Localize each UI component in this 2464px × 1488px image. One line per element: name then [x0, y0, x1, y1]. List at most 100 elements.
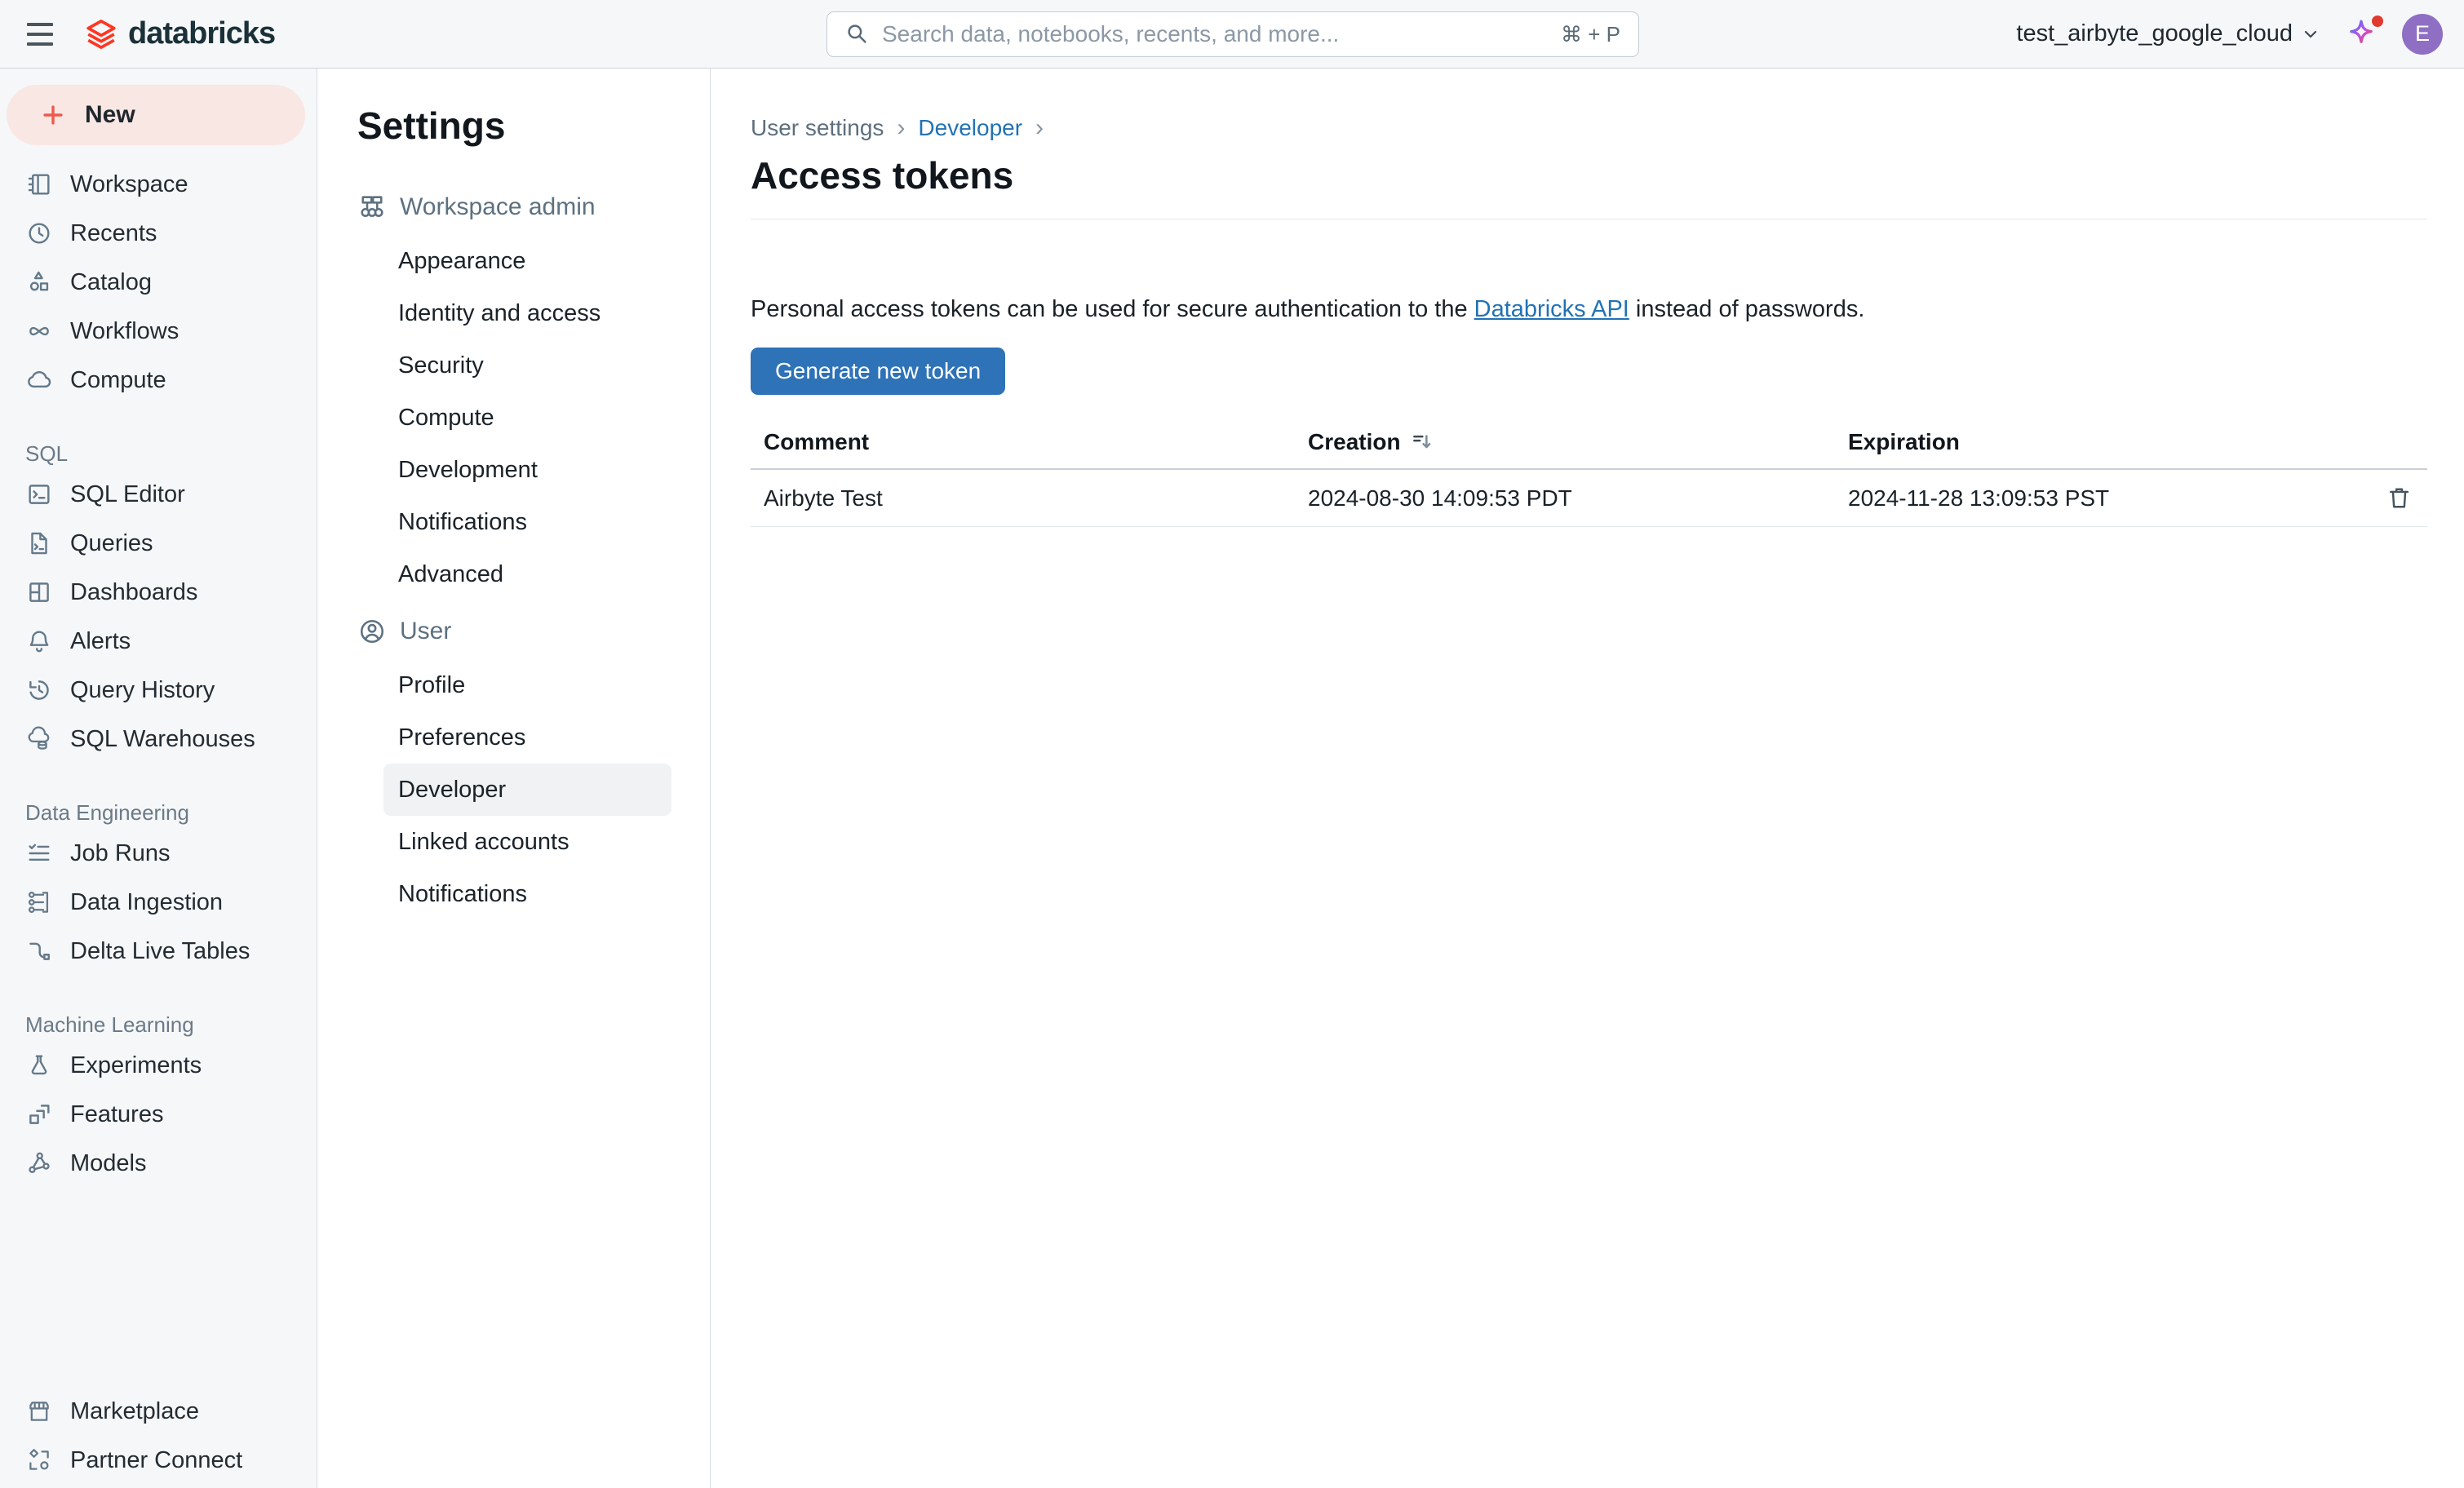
sidebar-item-models[interactable]: Models: [0, 1139, 317, 1188]
token-comment-cell: Airbyte Test: [751, 485, 1295, 512]
workspace-selector[interactable]: test_airbyte_google_cloud: [2016, 20, 2320, 47]
sidebar-item-data-ingestion[interactable]: Data Ingestion: [0, 878, 317, 927]
settings-item-appearance[interactable]: Appearance: [383, 235, 671, 287]
sidebar-item-label: Models: [70, 1150, 147, 1177]
settings-item-notifications[interactable]: Notifications: [383, 496, 671, 548]
databricks-workspace: databricks ⌘ + P test_airbyte_google_clo…: [0, 0, 2464, 1488]
sidebar-item-alerts[interactable]: Alerts: [0, 617, 317, 666]
sidebar-item-recents[interactable]: Recents: [0, 209, 317, 258]
sidebar-item-compute[interactable]: Compute: [0, 356, 317, 405]
org-chart-icon: [357, 193, 387, 222]
search-shortcut-hint: ⌘ + P: [1561, 22, 1620, 47]
sidebar-section-machine-learning: Machine Learning: [0, 1008, 317, 1041]
breadcrumb-separator-icon: ›: [1035, 114, 1044, 142]
sidebar-item-label: Compute: [70, 367, 166, 394]
sidebar-item-label: Query History: [70, 677, 215, 704]
settings-item-compute[interactable]: Compute: [383, 392, 671, 444]
table-row: Airbyte Test 2024-08-30 14:09:53 PDT 202…: [751, 470, 2427, 527]
delete-token-button[interactable]: [2386, 485, 2413, 512]
description-prefix: Personal access tokens can be used for s…: [751, 296, 1474, 322]
column-header-creation[interactable]: Creation: [1295, 429, 1835, 455]
settings-item-identity-and-access[interactable]: Identity and access: [383, 287, 671, 339]
generate-new-token-button[interactable]: Generate new token: [751, 348, 1005, 395]
settings-item-linked-accounts[interactable]: Linked accounts: [383, 816, 671, 868]
databricks-api-link[interactable]: Databricks API: [1474, 296, 1629, 322]
settings-nav-panel: Settings Workspace admin Appearance Iden…: [317, 69, 711, 1488]
breadcrumb-developer[interactable]: Developer: [918, 115, 1022, 141]
new-button[interactable]: New: [7, 85, 305, 145]
description-suffix: instead of passwords.: [1629, 296, 1865, 322]
sidebar-section-sql: SQL: [0, 437, 317, 470]
assistant-button[interactable]: [2345, 18, 2378, 51]
sidebar-item-experiments[interactable]: Experiments: [0, 1041, 317, 1090]
sidebar-item-partner-connect[interactable]: Partner Connect: [0, 1436, 317, 1485]
databricks-logo[interactable]: databricks: [84, 16, 275, 51]
user-circle-icon: [357, 617, 387, 646]
experiments-icon: [25, 1052, 53, 1079]
settings-item-user-notifications[interactable]: Notifications: [383, 868, 671, 920]
sort-descending-icon[interactable]: [1411, 430, 1435, 454]
settings-item-development[interactable]: Development: [383, 444, 671, 496]
workflows-icon: [25, 317, 53, 345]
settings-section-label: Workspace admin: [400, 193, 596, 221]
top-header: databricks ⌘ + P test_airbyte_google_clo…: [0, 0, 2464, 69]
partner-connect-icon: [25, 1446, 53, 1474]
workspace-selector-label: test_airbyte_google_cloud: [2016, 20, 2293, 47]
features-icon: [25, 1100, 53, 1128]
column-header-comment[interactable]: Comment: [751, 429, 1295, 455]
main-content: User settings › Developer › Access token…: [711, 69, 2464, 1488]
sidebar-sql-nav: SQL Editor Queries Dashboards Alerts: [0, 470, 317, 764]
hamburger-menu-icon[interactable]: [27, 23, 53, 46]
sidebar-item-sql-editor[interactable]: SQL Editor: [0, 470, 317, 519]
sidebar-item-dashboards[interactable]: Dashboards: [0, 568, 317, 617]
sidebar-item-features[interactable]: Features: [0, 1090, 317, 1139]
sidebar-item-queries[interactable]: Queries: [0, 519, 317, 568]
settings-item-profile[interactable]: Profile: [383, 659, 671, 711]
sidebar-item-label: Data Ingestion: [70, 889, 223, 916]
settings-section-user: User: [357, 613, 687, 649]
sidebar-item-delta-live-tables[interactable]: Delta Live Tables: [0, 927, 317, 976]
new-button-label: New: [85, 101, 135, 129]
sidebar-item-job-runs[interactable]: Job Runs: [0, 829, 317, 878]
sidebar-item-label: Workflows: [70, 318, 179, 345]
sidebar-item-label: Delta Live Tables: [70, 938, 250, 965]
compute-icon: [25, 366, 53, 394]
sidebar-item-catalog[interactable]: Catalog: [0, 258, 317, 307]
user-avatar[interactable]: E: [2402, 14, 2443, 55]
sidebar-item-workflows[interactable]: Workflows: [0, 307, 317, 356]
breadcrumb: User settings › Developer ›: [751, 114, 2427, 142]
trash-icon: [2386, 485, 2413, 512]
settings-item-security[interactable]: Security: [383, 339, 671, 392]
token-expiration-cell: 2024-11-28 13:09:53 PST: [1835, 485, 2357, 512]
settings-item-developer[interactable]: Developer: [383, 764, 671, 816]
models-icon: [25, 1149, 53, 1177]
table-header-row: Comment Creation Expiration: [751, 416, 2427, 470]
recents-icon: [25, 219, 53, 247]
sql-warehouses-icon: [25, 725, 53, 753]
sidebar-item-label: Alerts: [70, 628, 131, 655]
sidebar-item-workspace[interactable]: Workspace: [0, 160, 317, 209]
sidebar-section-data-engineering: Data Engineering: [0, 796, 317, 829]
settings-item-advanced[interactable]: Advanced: [383, 548, 671, 600]
page-title: Access tokens: [751, 153, 2427, 197]
sidebar-item-query-history[interactable]: Query History: [0, 666, 317, 715]
sidebar-item-label: Recents: [70, 220, 157, 247]
chevron-down-icon: [2301, 24, 2320, 44]
sidebar-item-label: Queries: [70, 530, 153, 557]
plus-icon: [39, 101, 67, 129]
sidebar-item-marketplace[interactable]: Marketplace: [0, 1387, 317, 1436]
sidebar-primary-nav: Workspace Recents Catalog Workflows: [0, 160, 317, 405]
column-header-expiration[interactable]: Expiration: [1835, 429, 2357, 455]
search-icon: [845, 22, 870, 46]
sidebar-item-sql-warehouses[interactable]: SQL Warehouses: [0, 715, 317, 764]
sidebar-bottom-nav: Marketplace Partner Connect: [0, 1387, 317, 1488]
global-search[interactable]: ⌘ + P: [827, 11, 1639, 57]
breadcrumb-user-settings[interactable]: User settings: [751, 115, 884, 141]
sidebar-item-label: Workspace: [70, 171, 188, 198]
sql-editor-icon: [25, 480, 53, 508]
access-tokens-table: Comment Creation Expiration Airbyte Test…: [751, 416, 2427, 527]
sidebar-item-label: Dashboards: [70, 579, 197, 606]
queries-icon: [25, 529, 53, 557]
settings-item-preferences[interactable]: Preferences: [383, 711, 671, 764]
search-input[interactable]: [882, 21, 1549, 47]
